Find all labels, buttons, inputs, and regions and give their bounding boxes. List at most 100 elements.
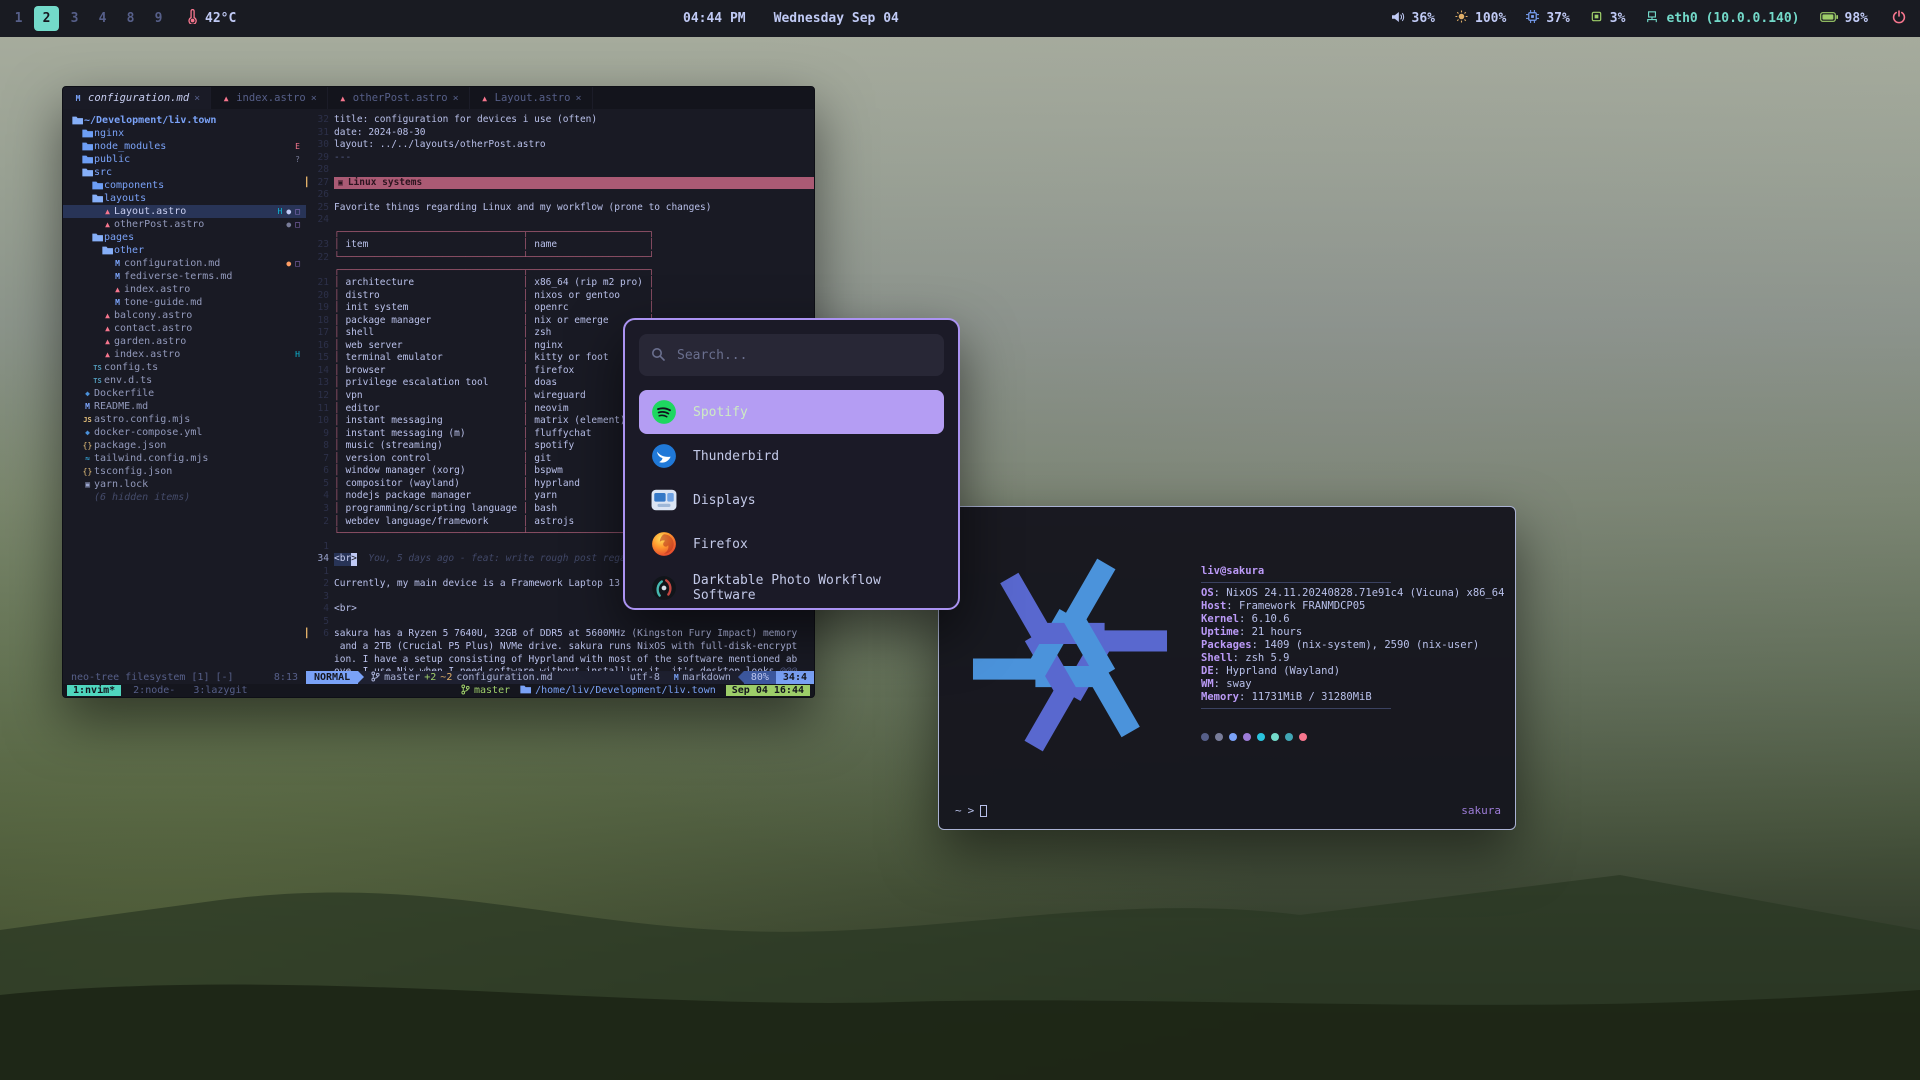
- fetch-info-WM: WM: sway: [1201, 678, 1515, 691]
- tab-close-icon[interactable]: ×: [194, 93, 200, 104]
- volume-module[interactable]: 36%: [1391, 11, 1435, 27]
- launcher-item-Darktable Photo Workflow Software[interactable]: Darktable Photo Workflow Software: [639, 566, 944, 610]
- tree-item-public[interactable]: public?: [63, 153, 306, 166]
- tree-item-tailwind.config.mjs[interactable]: ≈tailwind.config.mjs: [63, 452, 306, 465]
- shell-prompt[interactable]: ~ >: [955, 804, 987, 817]
- md-file-icon: M: [73, 94, 83, 103]
- tree-item-src[interactable]: src: [63, 166, 306, 179]
- launcher-item-Spotify[interactable]: Spotify: [639, 390, 944, 434]
- memory-value: 37%: [1546, 11, 1569, 26]
- spotify-app-icon: [651, 399, 677, 425]
- folder-icon: [91, 181, 104, 190]
- palette-dot: [1243, 733, 1251, 741]
- tab-close-icon[interactable]: ×: [575, 93, 581, 104]
- cpu-module[interactable]: 3%: [1590, 10, 1626, 27]
- workspace-button-3[interactable]: 3: [62, 6, 87, 31]
- workspace-button-2[interactable]: 2: [34, 6, 59, 31]
- filetype-indicator: M markdown: [667, 671, 738, 684]
- workspace-button-4[interactable]: 4: [90, 6, 115, 31]
- memory-module[interactable]: 37%: [1526, 10, 1569, 27]
- network-module[interactable]: eth0 (10.0.0.140): [1645, 11, 1799, 27]
- tree-item-README.md[interactable]: MREADME.md: [63, 400, 306, 413]
- workspace-button-8[interactable]: 8: [118, 6, 143, 31]
- tree-item-Dockerfile[interactable]: ◆Dockerfile: [63, 387, 306, 400]
- tab-label: otherPost.astro: [353, 92, 448, 104]
- buffer-tab-configuration.md[interactable]: Mconfiguration.md×: [63, 87, 211, 109]
- terminal-window[interactable]: liv@sakura OS: NixOS 24.11.20240828.71e9…: [938, 506, 1516, 830]
- tree-root-item[interactable]: ~/Development/liv.town: [63, 114, 306, 127]
- tree-item-label: yarn.lock: [94, 479, 148, 490]
- buffer-tab-otherPost.astro[interactable]: ▲otherPost.astro×: [328, 87, 470, 109]
- clock-module: 04:44 PM Wednesday Sep 04: [683, 0, 899, 37]
- tree-item-env.d.ts[interactable]: TSenv.d.ts: [63, 374, 306, 387]
- buffer-tab-Layout.astro[interactable]: ▲Layout.astro×: [470, 87, 593, 109]
- tree-item-garden.astro[interactable]: ▲garden.astro: [63, 335, 306, 348]
- tree-item-Layout.astro[interactable]: ▲Layout.astroH●□: [63, 205, 306, 218]
- tmux-window-2:node-[interactable]: 2:node-: [127, 685, 181, 696]
- prompt-hostname: sakura: [1461, 804, 1501, 817]
- app-launcher[interactable]: SpotifyThunderbirdDisplaysFirefoxDarktab…: [623, 318, 960, 610]
- tab-close-icon[interactable]: ×: [453, 93, 459, 104]
- tree-item-balcony.astro[interactable]: ▲balcony.astro: [63, 309, 306, 322]
- astro-file-icon: ▲: [221, 94, 231, 103]
- tree-item-tsconfig.json[interactable]: {}tsconfig.json: [63, 465, 306, 478]
- tree-item-configuration.md[interactable]: Mconfiguration.md●□: [63, 257, 306, 270]
- fetch-separator: [1201, 582, 1391, 583]
- fetch-info-Uptime: Uptime: 21 hours: [1201, 626, 1515, 639]
- tree-item-index.astro[interactable]: ▲index.astroH: [63, 348, 306, 361]
- tree-item-contact.astro[interactable]: ▲contact.astro: [63, 322, 306, 335]
- tree-item-other[interactable]: other: [63, 244, 306, 257]
- tmux-window-1:nvim*[interactable]: 1:nvim*: [67, 685, 121, 696]
- cursor-position: 34:4: [776, 671, 814, 684]
- tree-item-config.ts[interactable]: TSconfig.ts: [63, 361, 306, 374]
- neotree-status-text: neo-tree filesystem [1] [-]: [71, 672, 234, 683]
- workspace-button-1[interactable]: 1: [6, 6, 31, 31]
- tree-item-node_modules[interactable]: node_modulesE: [63, 140, 306, 153]
- launcher-item-Displays[interactable]: Displays: [639, 478, 944, 522]
- tree-item-otherPost.astro[interactable]: ▲otherPost.astro●□: [63, 218, 306, 231]
- fetch-info-Host: Host: Framework FRANMDCP05: [1201, 600, 1515, 613]
- tree-item-docker-compose.yml[interactable]: ◆docker-compose.yml: [63, 426, 306, 439]
- tree-item-marks: ●□: [286, 259, 306, 268]
- prompt-path: ~: [955, 804, 962, 817]
- tab-close-icon[interactable]: ×: [311, 93, 317, 104]
- tree-item-yarn.lock[interactable]: ▣yarn.lock: [63, 478, 306, 491]
- editor-line: ion. I have a setup consisting of Hyprla…: [306, 654, 814, 667]
- tmux-git-segment: master: [461, 684, 510, 698]
- git-branch-icon: [371, 671, 380, 685]
- js-icon: JS: [81, 416, 94, 424]
- tree-item-tone-guide.md[interactable]: Mtone-guide.md: [63, 296, 306, 309]
- launcher-item-Thunderbird[interactable]: Thunderbird: [639, 434, 944, 478]
- battery-module[interactable]: 98%: [1820, 11, 1868, 26]
- workspace-button-9[interactable]: 9: [146, 6, 171, 31]
- tree-item-package.json[interactable]: {}package.json: [63, 439, 306, 452]
- tree-item-index.astro[interactable]: ▲index.astro: [63, 283, 306, 296]
- brightness-module[interactable]: 100%: [1455, 10, 1506, 27]
- editor-line: 28: [306, 164, 814, 177]
- tree-item-label: config.ts: [104, 362, 158, 373]
- editor-line: 21│ architecture │ x86_64 (rip m2 pro) │: [306, 277, 814, 290]
- launcher-item-Firefox[interactable]: Firefox: [639, 522, 944, 566]
- tmux-window-3:lazygit[interactable]: 3:lazygit: [187, 685, 253, 696]
- buffer-tab-index.astro[interactable]: ▲index.astro×: [211, 87, 328, 109]
- folder-icon: [81, 142, 94, 151]
- tree-item-fediverse-terms.md[interactable]: Mfediverse-terms.md: [63, 270, 306, 283]
- tree-item-label: docker-compose.yml: [94, 427, 202, 438]
- astro-icon: ▲: [101, 311, 114, 320]
- tree-item-astro.config.mjs[interactable]: JSastro.config.mjs: [63, 413, 306, 426]
- tree-item-pages[interactable]: pages: [63, 231, 306, 244]
- power-icon: [1892, 10, 1906, 28]
- tree-item-nginx[interactable]: nginx: [63, 127, 306, 140]
- tree-item-layouts[interactable]: layouts: [63, 192, 306, 205]
- md-icon: M: [111, 298, 124, 307]
- astro-icon: ▲: [101, 350, 114, 359]
- launcher-searchbox[interactable]: [639, 334, 944, 376]
- power-button[interactable]: [1892, 10, 1906, 28]
- prompt-char: >: [968, 804, 975, 817]
- git-changed-count: ~2: [440, 672, 452, 683]
- folder-icon: [81, 155, 94, 164]
- markdown-heading: ▣Linux systems: [334, 177, 814, 190]
- tree-item-components[interactable]: components: [63, 179, 306, 192]
- tree-item-(6 hidden items)[interactable]: (6 hidden items): [63, 491, 306, 504]
- search-input[interactable]: [675, 347, 932, 364]
